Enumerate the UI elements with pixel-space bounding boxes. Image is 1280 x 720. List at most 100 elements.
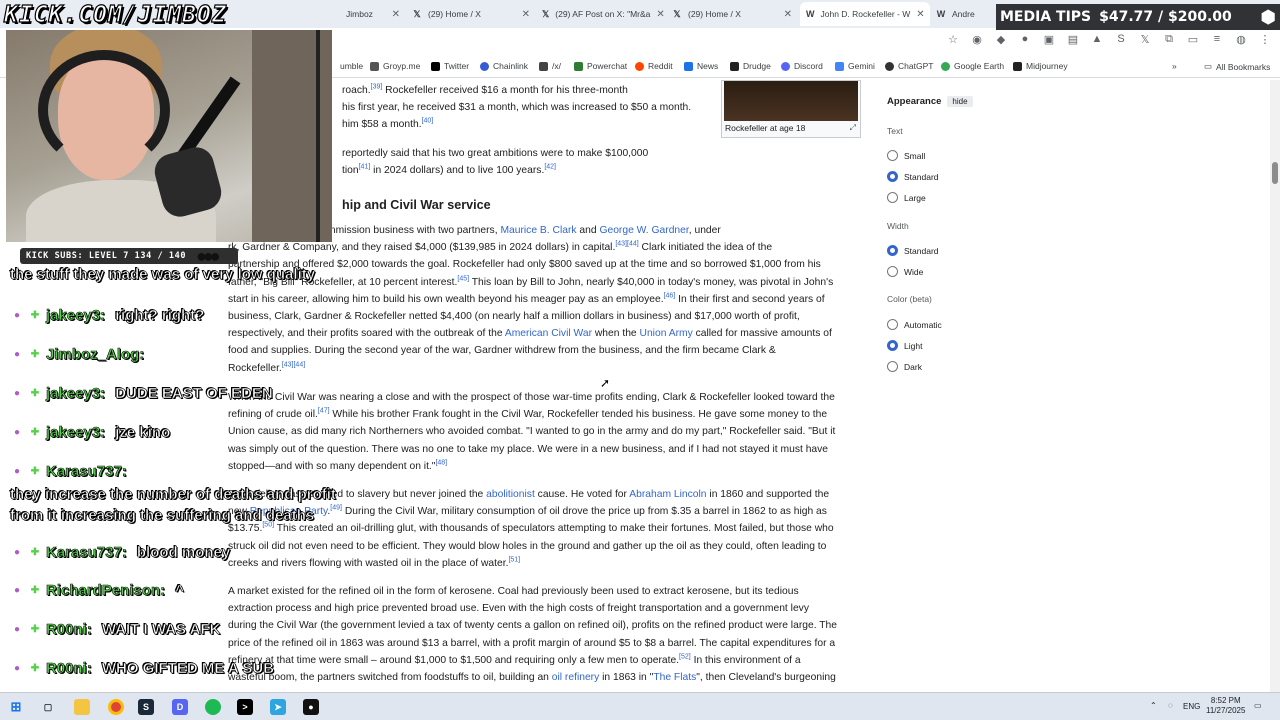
notification-icon[interactable]: ▭ [1254,701,1262,711]
wiki-link[interactable]: Union Army [640,328,693,339]
star-icon[interactable]: ☆ [946,33,960,46]
chat-message: ● ✚ Karasu737: blood money [10,544,231,562]
x-icon: 𝕏 [413,8,421,19]
wiki-link[interactable]: George W. Gardner [599,225,688,236]
extension-icon[interactable]: ▤ [1066,33,1080,46]
bookmark[interactable]: Discord [781,61,823,71]
citation-link[interactable]: [41] [359,164,371,171]
gemini-icon [835,61,844,71]
tab-jimboz[interactable]: Jimboz ✕ [340,2,406,26]
chat-message: ● ✚ jakeey3: DUDE EAST OF EDEN [10,385,273,403]
media-tips-progress: $47.77 / $200.00 [1099,9,1232,25]
close-icon[interactable]: ✕ [392,9,400,20]
extension-icon[interactable]: ◉ [970,33,984,46]
portrait-image[interactable] [724,81,858,121]
citation-link[interactable]: [40] [422,118,434,125]
citation-link[interactable]: [42] [544,164,556,171]
close-icon[interactable]: ✕ [522,9,530,20]
chat-username: jakeey3: [46,385,106,403]
wiki-link[interactable]: The Flats [653,672,696,683]
more-bookmarks-button[interactable]: » [1172,61,1177,71]
citation-link[interactable]: [48] [435,459,447,466]
radio-width-standard[interactable]: Standard [887,245,939,256]
wiki-link[interactable]: American Civil War [505,328,592,339]
kebab-menu-icon[interactable]: ⋮ [1258,33,1272,46]
radio-color-dark[interactable]: Dark [887,361,922,372]
extension-icon[interactable]: ◆ [994,33,1008,46]
network-icon[interactable]: ◌ [1168,701,1173,711]
bookmark[interactable]: Groyp.me [370,61,420,71]
sub-badge-icon: ✚ [30,427,40,438]
close-icon[interactable]: ✕ [656,9,664,20]
tab-rockefeller[interactable]: W John D. Rockefeller - W ✕ [800,2,930,26]
telegram-icon[interactable]: ➤ [270,699,286,715]
wiki-link[interactable]: oil refinery [552,672,600,683]
extension-icon[interactable]: ● [1018,33,1032,46]
cloud-icon: ●●● [196,246,221,266]
file-explorer-icon[interactable] [74,699,90,715]
bookmark[interactable]: Google Earth [941,61,1004,71]
badge-icon: ● [13,466,21,477]
task-view-icon[interactable]: ▢ [40,699,56,715]
windows-start-icon[interactable]: ⊞ [8,699,24,715]
tab-andre[interactable]: W Andre [930,2,996,26]
radio-color-automatic[interactable]: Automatic [887,319,942,330]
radio-text-large[interactable]: Large [887,192,926,203]
radio-width-wide[interactable]: Wide [887,266,923,277]
chrome-icon[interactable] [108,699,124,715]
citation-link[interactable]: [46] [664,292,676,299]
chat-message: ● ✚ R00ni: WAIT I WAS AFK [10,621,221,639]
bookmark[interactable]: Reddit [635,61,673,71]
bookmark-label: Drudge [743,61,771,71]
all-bookmarks-button[interactable]: ▭ All Bookmarks [1204,61,1270,72]
extension-icon[interactable]: ▣ [1042,33,1056,46]
obs-icon[interactable]: ● [303,699,319,715]
wiki-link[interactable]: Abraham Lincoln [629,489,706,500]
close-icon[interactable]: ✕ [784,9,792,20]
bookmark[interactable]: Twitter [431,61,469,71]
bookmark[interactable]: ChatGPT [885,61,933,71]
radio-text-small[interactable]: Small [887,150,925,161]
radio-text-standard[interactable]: Standard [887,171,939,182]
citation-link[interactable]: [51] [508,556,520,563]
tab-home-x-1[interactable]: 𝕏 (29) Home / X ✕ [406,2,536,26]
scrollbar[interactable] [1270,80,1280,692]
steam-icon[interactable]: S [138,699,154,715]
x-icon[interactable]: 𝕏 [1138,33,1152,46]
close-icon[interactable]: ✕ [916,9,924,20]
spotify-icon[interactable] [205,699,221,715]
citation-link[interactable]: [52] [679,653,691,660]
language-indicator[interactable]: ENG [1183,702,1200,712]
scrollbar-thumb[interactable] [1272,162,1278,184]
hide-button[interactable]: hide [947,96,973,107]
bookmark[interactable]: Midjourney [1013,61,1068,71]
citation-link[interactable]: [45] [457,275,469,282]
bookmark[interactable]: News [684,61,718,71]
bookmark[interactable]: Chainlink [480,61,528,71]
webcam-feed [6,30,332,242]
tab-af-post[interactable]: 𝕏 (29) AF Post on X: "Mr&a ✕ [536,2,666,26]
bookmark[interactable]: umble [340,61,363,71]
citation-link[interactable]: [39] [371,84,383,91]
expand-icon[interactable]: ⤢ [850,123,856,133]
radio-color-light[interactable]: Light [887,340,922,351]
extension-icon[interactable]: S [1114,33,1128,46]
bookmark[interactable]: /x/ [539,61,561,71]
citation-link[interactable]: [43][44] [615,241,638,248]
discord-icon[interactable]: D [172,699,188,715]
infobox-image[interactable]: Rockefeller at age 18 ⤢ [721,80,861,138]
bookmark[interactable]: Drudge [730,61,771,71]
tray-chevron-icon[interactable]: ⌃ [1150,701,1157,711]
bookmark[interactable]: Powerchat [574,61,627,71]
puzzle-icon[interactable]: ⧉ [1162,33,1176,46]
extension-icon[interactable]: ▲ [1090,33,1104,46]
clock[interactable]: 8:52 PM 11/27/2025 [1206,696,1245,716]
wiki-link[interactable]: Maurice B. Clark [500,225,576,236]
menu-icon[interactable]: ≡ [1210,33,1224,46]
tab-home-x-2[interactable]: 𝕏 (29) Home / X ✕ [666,2,798,26]
terminal-icon[interactable]: > [237,699,253,715]
wiki-link[interactable]: abolitionist [486,489,535,500]
sidebar-icon[interactable]: ▭ [1186,33,1200,46]
bookmark[interactable]: Gemini [835,61,875,71]
profile-icon[interactable]: ◍ [1234,33,1248,46]
